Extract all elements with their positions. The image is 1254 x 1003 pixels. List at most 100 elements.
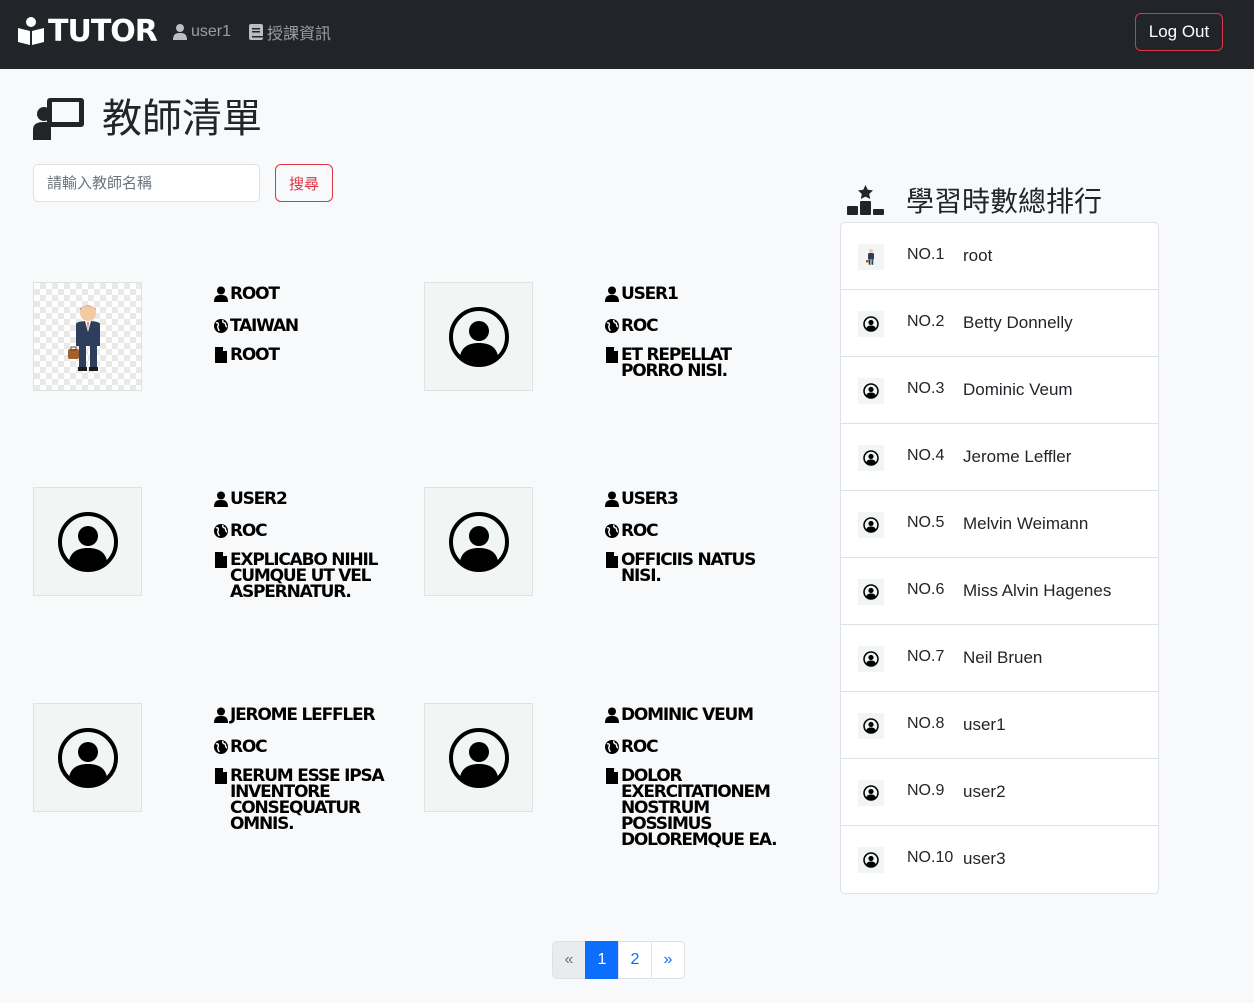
teacher-country-row: ROC	[213, 520, 405, 542]
ranking-podium-icon	[847, 185, 884, 215]
brand-logo-link[interactable]: TUTOR	[16, 13, 158, 49]
teacher-country-row: Taiwan	[213, 315, 405, 337]
page-header: 教師清單	[33, 94, 262, 144]
teacher-desc-row: Officiis natus nisi.	[604, 552, 796, 585]
file-icon	[215, 768, 227, 784]
ranking-header: 學習時數總排行	[847, 180, 1102, 220]
user-icon	[173, 24, 187, 40]
user-circle-icon	[863, 316, 879, 332]
teacher-name[interactable]: Jerome Leffler	[230, 704, 376, 726]
ranking-avatar	[858, 311, 884, 337]
ranking-avatar	[858, 579, 884, 605]
teacher-name[interactable]: root	[230, 283, 280, 305]
user-icon	[605, 707, 619, 723]
file-icon	[606, 552, 618, 568]
teacher-desc-row: Et repellat porro nisi.	[604, 345, 796, 381]
ranking-name: user1	[963, 715, 1006, 734]
user-circle-icon	[863, 517, 879, 533]
teacher-name[interactable]: user2	[230, 488, 288, 510]
user-icon	[214, 707, 228, 723]
logout-button[interactable]: Log Out	[1135, 13, 1223, 51]
user-circle-icon	[863, 383, 879, 399]
teacher-info: user3 ROC Officiis natus nisi.	[604, 488, 796, 594]
ranking-item[interactable]: NO.10 user3	[841, 826, 1158, 893]
ranking-number: NO.6	[907, 581, 945, 598]
ranking-number: NO.8	[907, 715, 945, 732]
ranking-item[interactable]: NO.1 root	[841, 223, 1158, 290]
ranking-item[interactable]: NO.5 Melvin Weimann	[841, 491, 1158, 558]
ranking-item[interactable]: NO.8 user1	[841, 692, 1158, 759]
ranking-item[interactable]: NO.2 Betty Donnelly	[841, 290, 1158, 357]
teacher-name[interactable]: user1	[621, 283, 679, 305]
pagination-page-2[interactable]: 2	[618, 941, 652, 979]
teacher-name[interactable]: Dominic Veum	[621, 704, 754, 726]
ranking-item[interactable]: NO.4 Jerome Leffler	[841, 424, 1158, 491]
ranking-item[interactable]: NO.9 user2	[841, 759, 1158, 826]
teacher-country-row: ROC	[604, 520, 796, 542]
ranking-name: user3	[963, 849, 1006, 868]
nav-user-label: user1	[191, 23, 232, 40]
teacher-avatar[interactable]	[424, 487, 533, 596]
teacher-search-input[interactable]	[33, 164, 260, 202]
search-button[interactable]: 搜尋	[275, 164, 333, 202]
teacher-country-row: ROC	[604, 736, 796, 758]
teacher-desc-row: root	[213, 345, 405, 365]
user-circle-icon	[863, 718, 879, 734]
teacher-country-row: ROC	[604, 315, 796, 337]
teacher-description: Et repellat porro nisi.	[621, 345, 732, 381]
file-icon	[215, 552, 227, 568]
ranking-avatar	[858, 244, 884, 270]
teacher-avatar[interactable]	[33, 487, 142, 596]
teacher-avatar[interactable]	[424, 282, 533, 391]
ranking-avatar	[858, 646, 884, 672]
teacher-description: Dolor exercitationem nostrum possimus do…	[621, 766, 778, 850]
ranking-name: root	[963, 246, 993, 265]
ranking-name: Miss Alvin Hagenes	[963, 581, 1112, 600]
teacher-country: ROC	[621, 316, 659, 336]
ranking-number: NO.5	[907, 514, 945, 531]
ranking-name: Jerome Leffler	[963, 447, 1072, 466]
user-circle-icon	[448, 727, 509, 788]
ranking-number: NO.4	[907, 447, 945, 464]
globe-icon	[214, 524, 228, 538]
globe-icon	[214, 740, 228, 754]
teacher-info: Jerome Leffler ROC Rerum esse ipsa inven…	[213, 704, 405, 842]
teacher-name-row: user2	[213, 488, 405, 510]
teacher-description: root	[230, 345, 280, 365]
ranking-name: Neil Bruen	[963, 648, 1043, 667]
page-title: 教師清單	[102, 96, 262, 142]
teacher-name[interactable]: user3	[621, 488, 679, 510]
file-icon	[606, 347, 618, 363]
teacher-description: Rerum esse ipsa inventore consequatur om…	[230, 766, 385, 834]
user-icon	[214, 491, 228, 507]
teacher-description: Explicabo nihil cumque ut vel aspernatur…	[230, 550, 378, 602]
teacher-desc-row: Explicabo nihil cumque ut vel aspernatur…	[213, 550, 405, 602]
user-icon	[605, 286, 619, 302]
ranking-avatar	[858, 713, 884, 739]
ranking-number: NO.1	[907, 246, 945, 263]
ranking-name: Betty Donnelly	[963, 313, 1073, 332]
nav-course-info-link[interactable]: 授課資訊	[249, 21, 331, 43]
teacher-avatar[interactable]	[33, 282, 142, 391]
pagination-page-1[interactable]: 1	[585, 941, 619, 979]
ranking-number: NO.7	[907, 648, 945, 665]
user-circle-icon	[863, 852, 879, 868]
ranking-item[interactable]: NO.6 Miss Alvin Hagenes	[841, 558, 1158, 625]
pagination-next[interactable]: »	[651, 941, 685, 979]
ranking-avatar	[858, 512, 884, 538]
businessman-photo-icon	[866, 249, 874, 265]
teacher-country-row: ROC	[213, 736, 405, 758]
globe-icon	[605, 740, 619, 754]
nav-user-link[interactable]: user1	[173, 21, 231, 43]
pagination-prev[interactable]: «	[552, 941, 586, 979]
ranking-avatar	[858, 780, 884, 806]
teacher-avatar[interactable]	[33, 703, 142, 812]
nav-course-info-label: 授課資訊	[267, 26, 332, 43]
teacher-country: Taiwan	[230, 316, 299, 336]
teacher-avatar[interactable]	[424, 703, 533, 812]
brand-name: TUTOR	[48, 13, 158, 49]
user-icon	[214, 286, 228, 302]
teacher-info: user1 ROC Et repellat porro nisi.	[604, 283, 796, 389]
ranking-item[interactable]: NO.7 Neil Bruen	[841, 625, 1158, 692]
ranking-item[interactable]: NO.3 Dominic Veum	[841, 357, 1158, 424]
